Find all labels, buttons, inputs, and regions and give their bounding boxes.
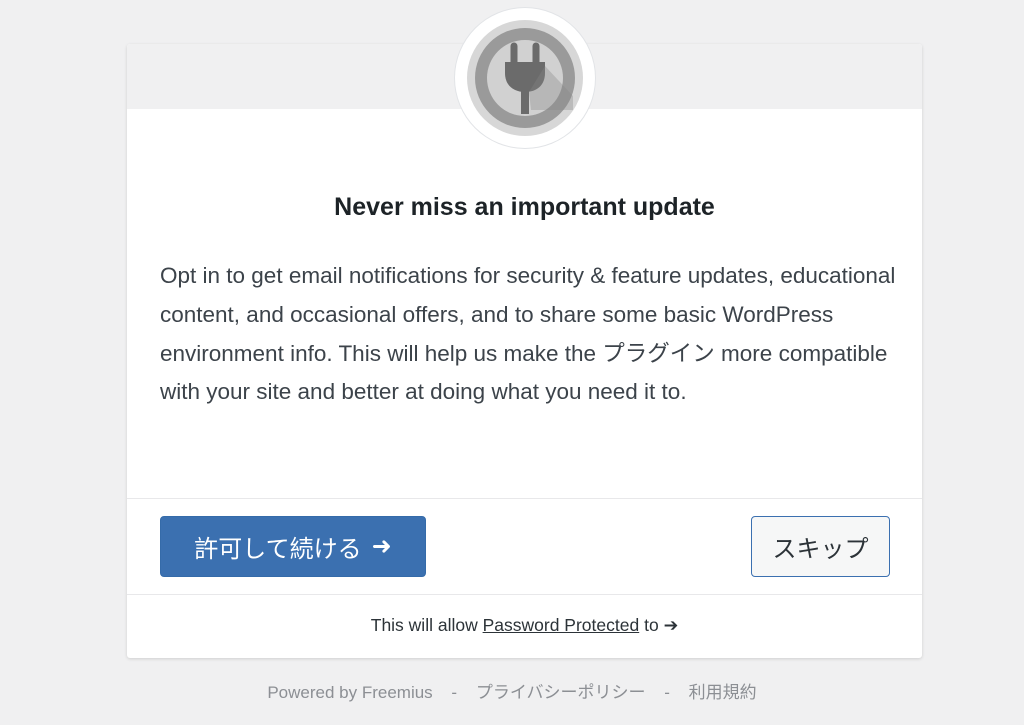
allow-and-continue-button[interactable]: 許可して続ける ➜ [160, 516, 426, 577]
powered-by-freemius-link[interactable]: Powered by Freemius [267, 683, 432, 702]
permissions-suffix: to [644, 615, 659, 635]
allow-and-continue-label: 許可して続ける [194, 536, 362, 563]
plugin-icon-badge [455, 8, 595, 148]
footer-separator: - [451, 683, 458, 702]
arrow-right-icon: ➜ [371, 533, 392, 560]
permissions-toggle[interactable]: This will allow Password Protected to ➔ [127, 615, 922, 636]
permissions-prefix: This will allow [370, 615, 478, 635]
plugin-plug-icon [467, 20, 583, 136]
arrow-right-icon: ➔ [663, 615, 679, 635]
actions-top-divider [127, 498, 922, 499]
plugin-name-link[interactable]: Password Protected [483, 615, 640, 635]
skip-button[interactable]: スキップ [751, 516, 890, 577]
opt-in-screen: Never miss an important update Opt in to… [0, 0, 1024, 725]
footer-links: Powered by Freemius - プライバシーポリシー - 利用規約 [0, 678, 1024, 703]
skip-label: スキップ [772, 536, 869, 563]
actions-bottom-divider [127, 594, 922, 595]
terms-link[interactable]: 利用規約 [689, 683, 757, 702]
footer-separator: - [664, 683, 670, 702]
dialog-title: Never miss an important update [334, 193, 715, 221]
privacy-policy-link[interactable]: プライバシーポリシー [476, 683, 646, 702]
dialog-description: Opt in to get email notifications for se… [160, 263, 896, 405]
